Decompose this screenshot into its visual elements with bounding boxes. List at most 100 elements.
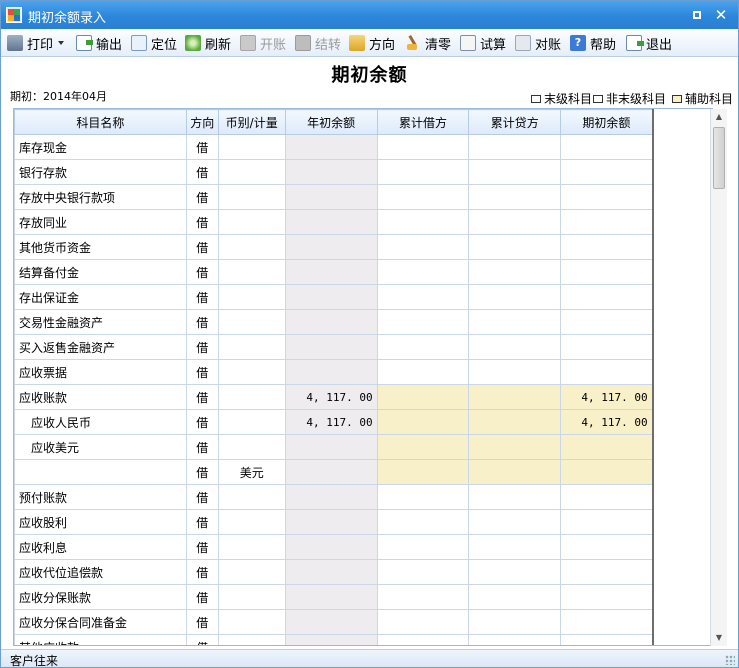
year-start-cell[interactable]: [284, 559, 378, 585]
opening-balance-cell[interactable]: [560, 284, 654, 310]
currency-cell[interactable]: [217, 559, 286, 585]
credit-cell[interactable]: [468, 309, 562, 335]
year-start-cell[interactable]: [284, 434, 378, 460]
opening-balance-cell[interactable]: [560, 434, 654, 460]
scroll-thumb[interactable]: [713, 127, 725, 189]
debit-cell[interactable]: [376, 509, 470, 535]
direction-cell[interactable]: 借: [185, 409, 219, 435]
opening-balance-cell[interactable]: [560, 459, 654, 485]
debit-cell[interactable]: [376, 284, 470, 310]
direction-cell[interactable]: 借: [185, 284, 219, 310]
scroll-up-icon[interactable]: ▲: [711, 109, 727, 125]
opening-balance-cell[interactable]: [560, 359, 654, 385]
currency-cell[interactable]: [217, 484, 286, 510]
credit-cell[interactable]: [468, 384, 562, 410]
opening-balance-cell[interactable]: [560, 509, 654, 535]
currency-cell[interactable]: 美元: [217, 459, 286, 485]
opening-balance-cell[interactable]: [560, 159, 654, 185]
direction-cell[interactable]: 借: [185, 534, 219, 560]
opening-balance-cell[interactable]: [560, 334, 654, 360]
opening-balance-cell[interactable]: [560, 259, 654, 285]
debit-cell[interactable]: [376, 159, 470, 185]
year-start-cell[interactable]: [284, 459, 378, 485]
table-row[interactable]: 应收股利借: [14, 509, 712, 535]
debit-cell[interactable]: [376, 309, 470, 335]
close-button[interactable]: ✕: [713, 7, 729, 23]
opening-balance-cell[interactable]: [560, 309, 654, 335]
direction-cell[interactable]: 借: [185, 309, 219, 335]
debit-cell[interactable]: [376, 534, 470, 560]
credit-cell[interactable]: [468, 159, 562, 185]
table-row[interactable]: 库存现金借: [14, 134, 712, 160]
credit-cell[interactable]: [468, 559, 562, 585]
year-start-cell[interactable]: [284, 609, 378, 635]
opening-balance-cell[interactable]: [560, 209, 654, 235]
opening-balance-cell[interactable]: 4, 117. 00: [560, 384, 654, 410]
table-row[interactable]: 应收人民币借 4, 117. 00 4, 117. 00: [14, 409, 712, 435]
credit-cell[interactable]: [468, 434, 562, 460]
help-button[interactable]: ? 帮助: [570, 33, 616, 53]
currency-cell[interactable]: [217, 209, 286, 235]
direction-cell[interactable]: 借: [185, 184, 219, 210]
year-start-cell[interactable]: [284, 284, 378, 310]
direction-cell[interactable]: 借: [185, 559, 219, 585]
currency-cell[interactable]: [217, 409, 286, 435]
debit-cell[interactable]: [376, 209, 470, 235]
trial-balance-button[interactable]: 试算: [460, 33, 506, 53]
refresh-button[interactable]: 刷新: [185, 33, 231, 53]
credit-cell[interactable]: [468, 534, 562, 560]
table-row[interactable]: 结算备付金借: [14, 259, 712, 285]
credit-cell[interactable]: [468, 184, 562, 210]
opening-balance-cell[interactable]: [560, 559, 654, 585]
direction-cell[interactable]: 借: [185, 134, 219, 160]
currency-cell[interactable]: [217, 609, 286, 635]
direction-cell[interactable]: 借: [185, 234, 219, 260]
direction-cell[interactable]: 借: [185, 609, 219, 635]
open-account-button[interactable]: 开账: [240, 33, 286, 53]
currency-cell[interactable]: [217, 534, 286, 560]
restore-button[interactable]: [689, 7, 705, 23]
col-header-credit[interactable]: 累计贷方: [468, 109, 562, 135]
debit-cell[interactable]: [376, 359, 470, 385]
credit-cell[interactable]: [468, 609, 562, 635]
col-header-currency[interactable]: 币别/计量: [217, 109, 286, 135]
year-start-cell[interactable]: [284, 259, 378, 285]
col-header-debit[interactable]: 累计借方: [376, 109, 470, 135]
debit-cell[interactable]: [376, 259, 470, 285]
year-start-cell[interactable]: [284, 309, 378, 335]
currency-cell[interactable]: [217, 134, 286, 160]
table-row[interactable]: 预付账款借: [14, 484, 712, 510]
currency-cell[interactable]: [217, 334, 286, 360]
credit-cell[interactable]: [468, 584, 562, 610]
currency-cell[interactable]: [217, 584, 286, 610]
export-button[interactable]: 输出: [76, 33, 122, 53]
debit-cell[interactable]: [376, 384, 470, 410]
year-start-cell[interactable]: [284, 509, 378, 535]
settle-button[interactable]: 结转: [295, 33, 341, 53]
credit-cell[interactable]: [468, 484, 562, 510]
direction-cell[interactable]: 借: [185, 484, 219, 510]
year-start-cell[interactable]: [284, 359, 378, 385]
credit-cell[interactable]: [468, 359, 562, 385]
debit-cell[interactable]: [376, 484, 470, 510]
currency-cell[interactable]: [217, 184, 286, 210]
table-row[interactable]: 交易性金融资产借: [14, 309, 712, 335]
col-header-account[interactable]: 科目名称: [14, 109, 187, 135]
exit-button[interactable]: 退出: [626, 33, 672, 53]
currency-cell[interactable]: [217, 359, 286, 385]
debit-cell[interactable]: [376, 134, 470, 160]
debit-cell[interactable]: [376, 434, 470, 460]
direction-button[interactable]: 方向: [349, 33, 395, 53]
direction-cell[interactable]: 借: [185, 384, 219, 410]
credit-cell[interactable]: [468, 259, 562, 285]
resize-grip-icon[interactable]: [725, 655, 735, 665]
direction-cell[interactable]: 借: [185, 434, 219, 460]
locate-button[interactable]: 定位: [131, 33, 177, 53]
year-start-cell[interactable]: 4, 117. 00: [284, 409, 378, 435]
credit-cell[interactable]: [468, 209, 562, 235]
table-row[interactable]: 应收分保账款借: [14, 584, 712, 610]
opening-balance-cell[interactable]: [560, 234, 654, 260]
table-row[interactable]: 存放同业借: [14, 209, 712, 235]
opening-balance-cell[interactable]: [560, 184, 654, 210]
opening-balance-cell[interactable]: [560, 584, 654, 610]
